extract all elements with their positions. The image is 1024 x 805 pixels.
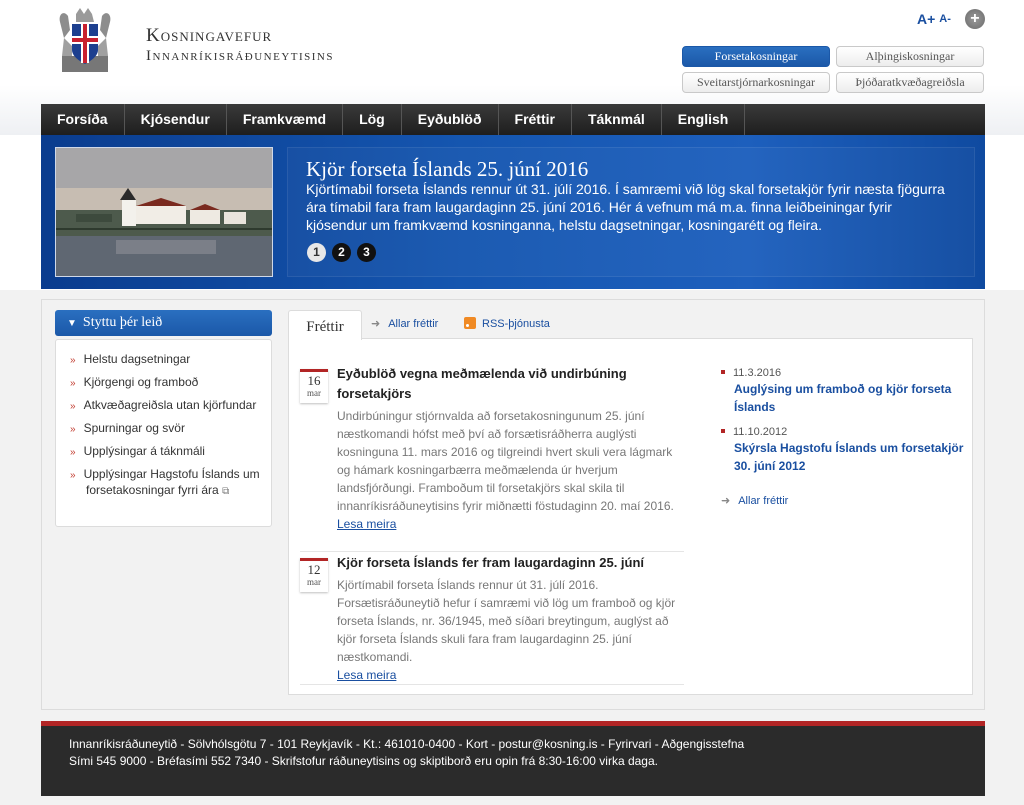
nav-item-taknmal[interactable]: Táknmál	[572, 104, 662, 135]
banner-pagination: 1 2 3	[307, 243, 376, 262]
rss-link[interactable]: RSS-þjónusta	[464, 317, 550, 330]
banner-photo[interactable]	[55, 147, 273, 277]
article-divider	[300, 684, 684, 685]
external-link-icon: ⧉	[222, 486, 230, 497]
side-news-date-text: 11.3.2016	[733, 367, 782, 379]
tab-forsetakosningar[interactable]: Forsetakosningar	[682, 46, 830, 67]
coat-of-arms-logo[interactable]	[54, 8, 116, 76]
side-news-item: 11.10.2012 Skýrsla Hagstofu Íslands um f…	[721, 425, 966, 475]
sidebar-item-taknmal[interactable]: » Upplýsingar á táknmáli	[70, 444, 260, 460]
article-title[interactable]: Eyðublöð vegna meðmælenda við undirbúnin…	[337, 364, 682, 404]
plus-icon[interactable]: +	[964, 9, 985, 29]
nav-item-eydublod[interactable]: Eyðublöð	[402, 104, 499, 135]
sidebar-item-label: Atkvæðagreiðsla utan kjörfundar	[83, 398, 257, 412]
article-title[interactable]: Kjör forseta Íslands fer fram laugardagi…	[337, 553, 682, 573]
banner-dot-2[interactable]: 2	[332, 243, 351, 262]
side-news-date-text: 11.10.2012	[733, 426, 788, 438]
chevron-right-icon: »	[70, 447, 76, 458]
side-news-date: 11.3.2016	[721, 366, 966, 380]
site-title[interactable]: Kosningavefur Innanríkisráðuneytisins	[146, 26, 334, 66]
side-all-news-link[interactable]: ➜ Allar fréttir	[721, 494, 788, 507]
news-article: Eyðublöð vegna meðmælenda við undirbúnin…	[337, 364, 682, 533]
date-month: mar	[307, 577, 321, 587]
arrow-right-icon: ➜	[721, 495, 731, 507]
date-badge: 12 mar	[300, 558, 328, 592]
side-news-date: 11.10.2012	[721, 425, 966, 439]
nav-item-log[interactable]: Lög	[343, 104, 402, 135]
font-size-controls: A+ A- +	[917, 9, 985, 29]
hero-banner: Kjör forseta Íslands 25. júní 2016 Kjört…	[41, 135, 985, 289]
sidebar-item-label: Kjörgengi og framboð	[83, 375, 199, 389]
footer-line2: Sími 545 9000 - Bréfasími 552 7340 - Skr…	[69, 754, 658, 768]
nav-item-forsida[interactable]: Forsíða	[41, 104, 125, 135]
arrow-right-icon: ➜	[371, 318, 381, 330]
bullet-icon	[721, 370, 725, 374]
chevron-right-icon: »	[70, 401, 76, 412]
tab-althingiskosningar[interactable]: Alþingiskosningar	[836, 46, 984, 67]
nav-item-kjosendur[interactable]: Kjósendur	[125, 104, 227, 135]
chevron-right-icon: »	[70, 424, 76, 435]
tab-frettir[interactable]: Fréttir	[288, 310, 362, 340]
article-body: Undirbúningur stjórnvalda að forsetakosn…	[337, 409, 674, 513]
site-title-line2: Innanríkisráðuneytisins	[146, 48, 334, 64]
sidebar-heading-label: Styttu þér leið	[82, 315, 163, 330]
nav-item-framkvaemd[interactable]: Framkvæmd	[227, 104, 344, 135]
main-nav: Forsíða Kjósendur Framkvæmd Lög Eyðublöð…	[41, 104, 985, 135]
date-badge: 16 mar	[300, 369, 328, 403]
sidebar-heading[interactable]: ▼ Styttu þér leið	[55, 310, 272, 336]
all-news-link[interactable]: ➜ Allar fréttir	[371, 317, 438, 330]
article-body: Kjörtímabil forseta Íslands rennur út 31…	[337, 578, 676, 664]
side-news-link[interactable]: Skýrsla Hagstofu Íslands um forsetakjör …	[734, 439, 966, 475]
footer-line1: Innanríkisráðuneytið - Sölvhólsgötu 7 - …	[69, 737, 745, 751]
date-month: mar	[307, 388, 321, 398]
chevron-right-icon: »	[70, 470, 76, 481]
site-title-line1: Kosningavefur	[146, 25, 273, 46]
read-more-link[interactable]: Lesa meira	[337, 515, 682, 533]
sidebar-item-kjorgengi[interactable]: » Kjörgengi og framboð	[70, 375, 260, 391]
rss-label: RSS-þjónusta	[482, 318, 550, 330]
sidebar-item-label: Upplýsingar Hagstofu Íslands um forsetak…	[83, 467, 260, 497]
banner-dot-1[interactable]: 1	[307, 243, 326, 262]
all-news-label: Allar fréttir	[388, 318, 439, 330]
sidebar-links: » Helstu dagsetningar » Kjörgengi og framb…	[55, 339, 272, 527]
date-day: 16	[307, 373, 321, 388]
bullet-icon	[721, 429, 725, 433]
sidebar-item-atkvaedagreidsla[interactable]: » Atkvæðagreiðsla utan kjörfundar	[70, 398, 260, 414]
article-divider	[300, 551, 684, 552]
chevron-right-icon: »	[70, 378, 76, 389]
font-larger-button[interactable]: A+	[917, 11, 935, 27]
chevron-right-icon: »	[70, 355, 76, 366]
side-news-item: 11.3.2016 Auglýsing um framboð og kjör f…	[721, 366, 966, 416]
banner-dot-3[interactable]: 3	[357, 243, 376, 262]
triangle-down-icon: ▼	[67, 318, 77, 329]
tab-sveitarstjornarkosningar[interactable]: Sveitarstjórnarkosningar	[682, 72, 830, 93]
sidebar-item-label: Spurningar og svör	[83, 421, 185, 435]
footer: Innanríkisráðuneytið - Sölvhólsgötu 7 - …	[41, 726, 985, 796]
side-news-link[interactable]: Auglýsing um framboð og kjör forseta Ísl…	[734, 380, 966, 416]
banner-description: Kjörtímabil forseta Íslands rennur út 31…	[306, 181, 945, 233]
sidebar-item-hagstofa[interactable]: » Upplýsingar Hagstofu Íslands um forseta…	[70, 467, 260, 499]
sidebar-item-spurningar[interactable]: » Spurningar og svör	[70, 421, 260, 437]
read-more-link[interactable]: Lesa meira	[337, 666, 682, 684]
news-article: Kjör forseta Íslands fer fram laugardagi…	[337, 553, 682, 684]
sidebar-item-label: Helstu dagsetningar	[83, 352, 191, 366]
sidebar-item-label: Upplýsingar á táknmáli	[83, 444, 205, 458]
nav-item-frettir[interactable]: Fréttir	[499, 104, 572, 135]
rss-icon	[464, 317, 476, 329]
font-smaller-button[interactable]: A-	[939, 13, 951, 25]
date-day: 12	[307, 562, 321, 577]
side-all-news-label: Allar fréttir	[738, 495, 789, 507]
tab-thjodaratkvaedagreidsla[interactable]: Þjóðaratkvæðagreiðsla	[836, 72, 984, 93]
banner-title[interactable]: Kjör forseta Íslands 25. júní 2016	[306, 157, 588, 182]
nav-item-english[interactable]: English	[662, 104, 746, 135]
sidebar-item-helstu-dagsetningar[interactable]: » Helstu dagsetningar	[70, 352, 260, 368]
